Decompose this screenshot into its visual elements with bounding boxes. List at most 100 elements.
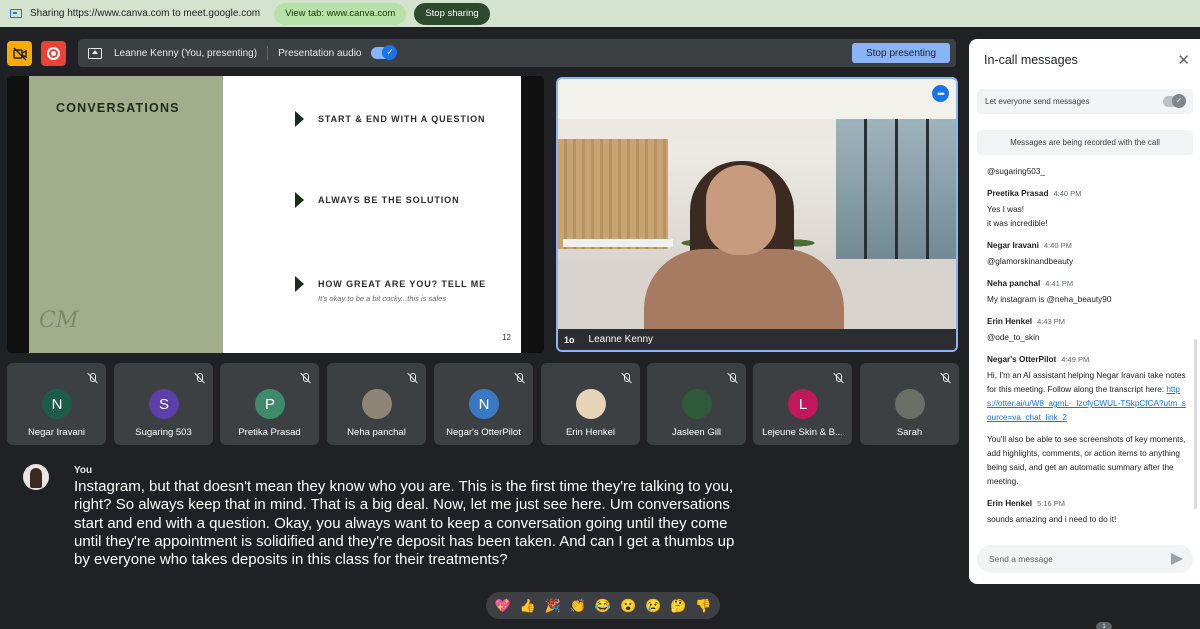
avatar: N xyxy=(469,389,499,419)
participant-tile[interactable]: P Pretika Prasad xyxy=(220,363,319,445)
slide-left-panel: CONVERSATIONS CM xyxy=(29,76,223,353)
message-text: it was incredible! xyxy=(987,219,1048,228)
message-sender: Negar's OtterPilot xyxy=(987,355,1057,364)
participant-name: Negar Iravani xyxy=(27,427,86,438)
participant-tile[interactable]: Erin Henkel xyxy=(541,363,640,445)
message-time: 4:40 PM xyxy=(1043,241,1072,250)
caption-speaker-avatar xyxy=(23,464,49,490)
participant-tile[interactable]: N Negar Iravani xyxy=(7,363,106,445)
chat-message: Preetika Prasad 4:40 PM Yes I was! it was… xyxy=(987,189,1187,231)
let-everyone-toggle[interactable] xyxy=(1163,94,1186,108)
message-text: Hi, I'm an AI assistant helping Negar Ir… xyxy=(987,369,1187,425)
message-text-part: Hi, I'm an AI assistant helping Negar Ir… xyxy=(987,371,1186,394)
participant-name: Pretika Prasad xyxy=(238,427,301,438)
participant-name: Negar's OtterPilot xyxy=(446,427,521,438)
reaction-thumbs-up[interactable]: 👍 xyxy=(520,598,536,614)
message-sender: Erin Henkel xyxy=(987,499,1033,508)
chat-message: Erin Henkel 5:16 PM sounds amazing and i … xyxy=(987,499,1187,527)
presentation-audio-toggle[interactable] xyxy=(371,45,398,60)
participant-name: Sugaring 503 xyxy=(135,427,192,438)
mic-off-icon xyxy=(299,372,311,384)
chat-scrollbar[interactable] xyxy=(1194,339,1197,509)
chat-message: Negar's OtterPilot 4:49 PM Hi, I'm an AI … xyxy=(987,355,1187,489)
input-placeholder: Send a message xyxy=(989,554,1053,564)
message-text: You'll also be able to see screenshots o… xyxy=(987,435,1186,486)
reaction-sad[interactable]: 😢 xyxy=(645,598,661,614)
message-text: @glamorskinandbeauty xyxy=(987,257,1074,266)
participant-name: Lejeune Skin & B... xyxy=(762,427,843,438)
participant-tile[interactable]: S Sugaring 503 xyxy=(114,363,213,445)
reaction-thinking[interactable]: 🤔 xyxy=(670,598,686,614)
reaction-party[interactable]: 🎉 xyxy=(545,598,561,614)
avatar xyxy=(895,389,925,419)
slide-logo: CM xyxy=(39,308,79,333)
participant-tile[interactable]: Sarah xyxy=(860,363,959,445)
mic-off-icon xyxy=(406,372,418,384)
slide-margin xyxy=(521,76,544,353)
presenter-video-tile[interactable]: ••• 1o Leanne Kenny xyxy=(556,77,958,352)
chat-message: Negar Iravani 4:40 PM @glamorskinandbeaut… xyxy=(987,241,1187,269)
avatar xyxy=(576,389,606,419)
bullet-subtext: It's okay to be a bit cocky...this is sa… xyxy=(318,294,447,303)
pin-icon: 1o xyxy=(564,334,575,345)
slide-bullet: START & END WITH A QUESTION xyxy=(295,111,485,127)
recording-button[interactable] xyxy=(41,41,66,66)
reactions-bar: 💖 👍 🎉 👏 😂 😮 😢 🤔 👎 xyxy=(486,592,720,619)
send-icon[interactable] xyxy=(1171,553,1183,565)
more-options-button[interactable]: ••• xyxy=(931,84,950,103)
presentation-audio-label: Presentation audio xyxy=(278,47,362,59)
message-time: 4:40 PM xyxy=(1053,189,1082,198)
bullet-triangle-icon xyxy=(295,192,304,208)
participant-tile[interactable]: Jasleen Gill xyxy=(647,363,746,445)
send-message-input[interactable]: Send a message xyxy=(977,545,1193,573)
slide-bullet: ALWAYS BE THE SOLUTION xyxy=(295,192,460,208)
message-list: @sugaring503_ Preetika Prasad 4:40 PM Yes… xyxy=(987,165,1187,537)
reaction-clap[interactable]: 👏 xyxy=(570,598,586,614)
record-icon xyxy=(47,47,60,60)
participant-tile[interactable]: N Negar's OtterPilot xyxy=(434,363,533,445)
mic-off-icon xyxy=(86,372,98,384)
video-background xyxy=(558,79,956,119)
reaction-laugh[interactable]: 😂 xyxy=(595,598,611,614)
message-time: 4:43 PM xyxy=(1037,317,1065,326)
video-background xyxy=(836,119,956,269)
reaction-surprised[interactable]: 😮 xyxy=(620,598,636,614)
presented-slide: CONVERSATIONS CM START & END WITH A QUES… xyxy=(7,76,544,353)
camera-off-button[interactable] xyxy=(7,41,32,66)
video-background xyxy=(563,239,673,247)
stop-presenting-button[interactable]: Stop presenting xyxy=(852,43,950,63)
mic-off-icon xyxy=(832,372,844,384)
panel-title: In-call messages xyxy=(984,53,1078,67)
bullet-text: HOW GREAT ARE YOU? TELL ME xyxy=(318,279,487,289)
present-screen-icon xyxy=(88,47,102,59)
message-time: 5:16 PM xyxy=(1037,499,1065,508)
reaction-heart[interactable]: 💖 xyxy=(494,598,510,614)
close-icon[interactable]: ✕ xyxy=(1177,51,1190,69)
message-text: Yes I was! xyxy=(987,205,1025,214)
message-time: 4:49 PM xyxy=(1061,355,1090,364)
avatar: S xyxy=(149,389,179,419)
participant-tile[interactable]: Neha panchal xyxy=(327,363,426,445)
presenter-label: Leanne Kenny (You, presenting) xyxy=(114,47,258,59)
reaction-thumbs-down[interactable]: 👎 xyxy=(695,598,711,614)
message-sender: Neha panchal xyxy=(987,279,1041,288)
mic-off-icon xyxy=(513,372,525,384)
bullet-text: ALWAYS BE THE SOLUTION xyxy=(318,195,460,205)
message-sender: Erin Henkel xyxy=(987,317,1033,326)
slide-bullet: HOW GREAT ARE YOU? TELL ME It's okay to … xyxy=(295,276,487,303)
mic-off-icon xyxy=(726,372,738,384)
camera-off-icon xyxy=(12,47,27,60)
message-text: sounds amazing and i need to do it! xyxy=(987,515,1117,524)
participant-name: Neha panchal xyxy=(347,427,406,438)
video-feed xyxy=(558,79,956,329)
recording-notice: Messages are being recorded with the cal… xyxy=(977,130,1193,155)
chat-message: @sugaring503_ xyxy=(987,165,1187,179)
stop-sharing-button[interactable]: Stop sharing xyxy=(414,2,490,25)
participant-strip: N Negar Iravani S Sugaring 503 P Pretika… xyxy=(7,363,959,445)
view-tab-button[interactable]: View tab: www.canva.com xyxy=(274,2,407,25)
let-everyone-send-setting: Let everyone send messages xyxy=(977,89,1193,114)
participant-tile[interactable]: L Lejeune Skin & B... xyxy=(753,363,852,445)
slide-right-panel: START & END WITH A QUESTION ALWAYS BE TH… xyxy=(223,76,521,353)
message-text: @ode_to_skin xyxy=(987,333,1040,342)
presentation-bar: Leanne Kenny (You, presenting) Presentat… xyxy=(78,39,956,67)
